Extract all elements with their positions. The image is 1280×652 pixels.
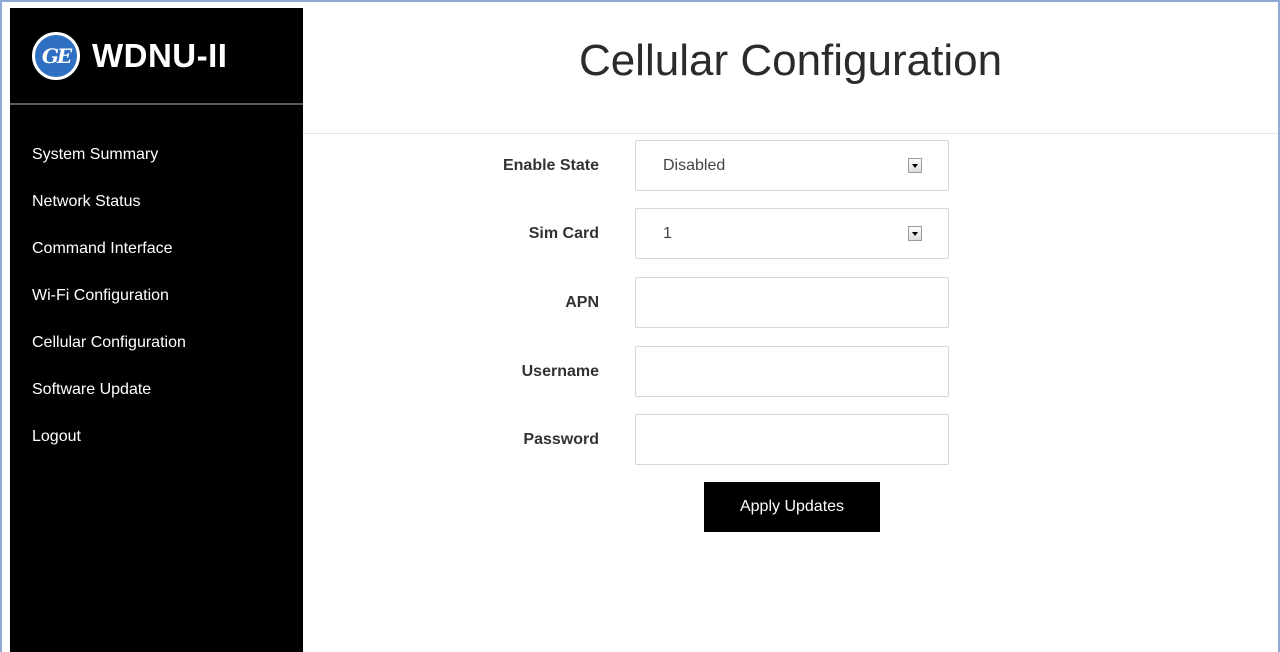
chevron-down-icon[interactable] <box>908 158 922 173</box>
sidebar-item-network-status[interactable]: Network Status <box>10 192 303 239</box>
username-label: Username <box>521 363 599 380</box>
chevron-down-icon[interactable] <box>908 226 922 241</box>
apply-updates-button[interactable]: Apply Updates <box>704 482 880 532</box>
username-row: Username <box>303 346 1278 398</box>
brand: GE WDNU-II <box>10 8 303 105</box>
sidebar: GE WDNU-II System Summary Network Status… <box>10 8 303 652</box>
sidebar-item-cellular-configuration[interactable]: Cellular Configuration <box>10 333 303 380</box>
username-input[interactable] <box>635 346 949 397</box>
apn-label: APN <box>565 294 599 311</box>
enable-state-select[interactable]: Disabled <box>635 140 949 191</box>
password-row: Password <box>303 414 1278 466</box>
enable-state-value: Disabled <box>663 157 726 174</box>
sim-card-label: Sim Card <box>528 225 599 242</box>
sidebar-item-logout[interactable]: Logout <box>10 427 303 474</box>
sidebar-item-command-interface[interactable]: Command Interface <box>10 239 303 286</box>
apn-input[interactable] <box>635 277 949 328</box>
sim-card-row: Sim Card 1 <box>303 208 1278 260</box>
sidebar-nav: System Summary Network Status Command In… <box>10 145 303 474</box>
enable-state-label: Enable State <box>502 157 599 174</box>
password-label: Password <box>523 431 599 448</box>
sidebar-item-wifi-configuration[interactable]: Wi-Fi Configuration <box>10 286 303 333</box>
main-content: Cellular Configuration Enable State Disa… <box>303 8 1278 652</box>
logo-text: GE <box>41 43 72 68</box>
sim-card-value: 1 <box>663 225 672 242</box>
enable-state-row: Enable State Disabled <box>303 140 1278 192</box>
page-title: Cellular Configuration <box>578 35 1003 85</box>
password-input[interactable] <box>635 414 949 465</box>
page-header: Cellular Configuration <box>303 8 1278 134</box>
sidebar-item-system-summary[interactable]: System Summary <box>10 145 303 192</box>
sim-card-select[interactable]: 1 <box>635 208 949 259</box>
brand-title: WDNU-II <box>92 36 228 74</box>
apn-row: APN <box>303 277 1278 329</box>
ge-logo-icon: GE <box>32 31 80 80</box>
sidebar-item-software-update[interactable]: Software Update <box>10 380 303 427</box>
